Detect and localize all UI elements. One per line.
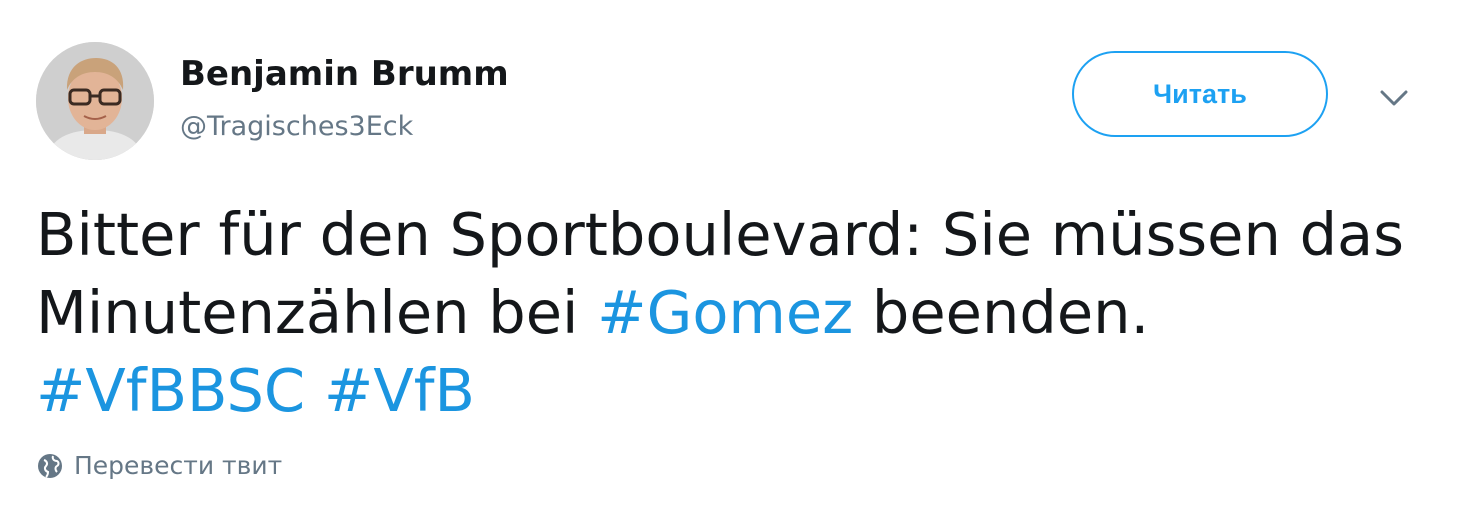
avatar[interactable] [36,42,154,160]
follow-button[interactable]: Читать [1072,51,1328,137]
tweet-menu-button[interactable] [1370,78,1418,118]
hashtag-gomez-link[interactable]: #Gomez [597,278,853,347]
user-handle[interactable]: @Tragisches3Eck [180,108,413,146]
tweet-card: Benjamin Brumm @Tragisches3Eck Читать Bi… [0,0,1460,519]
tweet-text-line: Minutenzählen bei #Gomez beenden. [36,274,1436,352]
user-avatar-icon [36,42,154,160]
hashtag-vfb-link[interactable]: #VfB [324,356,475,425]
tweet-text-segment: Bitter für den Sportboulevard: Sie müsse… [36,200,1404,269]
tweet-text-segment: Minutenzählen bei [36,278,598,347]
tweet-text-line: Bitter für den Sportboulevard: Sie müsse… [36,196,1436,274]
tweet-text: Bitter für den Sportboulevard: Sie müsse… [36,196,1436,430]
translate-label: Перевести твит [74,451,283,480]
hashtag-vfbbsc-link[interactable]: #VfBBSC [36,356,305,425]
tweet-text-line: #VfBBSC #VfB [36,352,1436,430]
globe-icon [36,452,64,480]
translate-tweet-button[interactable]: Перевести твит [36,449,282,483]
display-name[interactable]: Benjamin Brumm [180,52,509,96]
chevron-down-icon [1380,90,1408,106]
tweet-text-segment: beenden. [853,278,1150,347]
